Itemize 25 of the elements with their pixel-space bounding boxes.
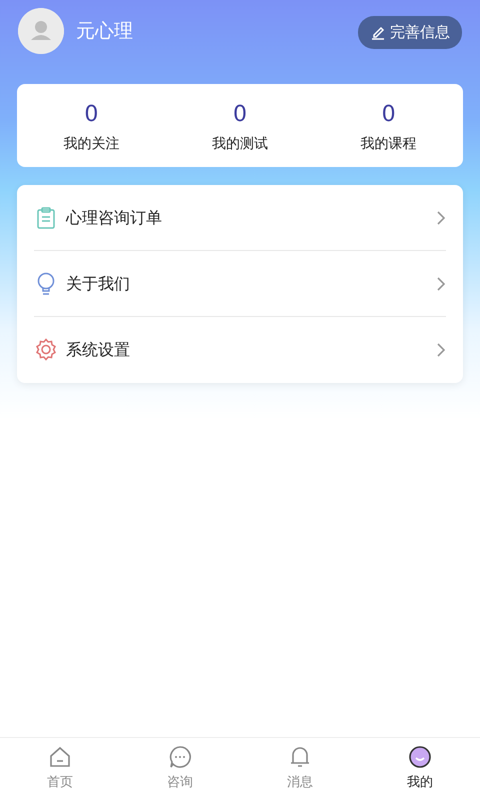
edit-profile-button[interactable]: 完善信息 (358, 16, 462, 48)
chevron-right-icon (436, 276, 446, 292)
stat-label[interactable]: 我的关注 (63, 134, 120, 155)
chat-icon (168, 745, 192, 770)
user-name: 元心理 (76, 18, 133, 44)
stat-label[interactable]: 我的测试 (212, 134, 268, 155)
bell-icon (288, 745, 312, 770)
avatar-icon (18, 8, 64, 54)
gear-icon (34, 338, 58, 362)
tab[interactable]: 消息 (240, 738, 360, 800)
smiley-icon (408, 745, 432, 770)
stat-count: 0 (84, 104, 98, 126)
pencil-icon (370, 24, 386, 40)
tab[interactable]: 咨询 (120, 738, 240, 800)
menu-item[interactable]: 关于我们 (34, 251, 446, 317)
tab[interactable]: 首页 (0, 738, 120, 800)
menu-item[interactable]: 系统设置 (34, 317, 446, 383)
stat-label[interactable]: 我的课程 (360, 134, 417, 155)
menu-item[interactable]: 心理咨询订单 (34, 185, 446, 251)
tab[interactable]: 我的 (360, 738, 480, 800)
chevron-right-icon (436, 210, 446, 226)
stat-count: 0 (233, 104, 247, 126)
chevron-right-icon (436, 342, 446, 358)
home-icon (48, 745, 72, 770)
stat-count: 0 (382, 104, 396, 126)
